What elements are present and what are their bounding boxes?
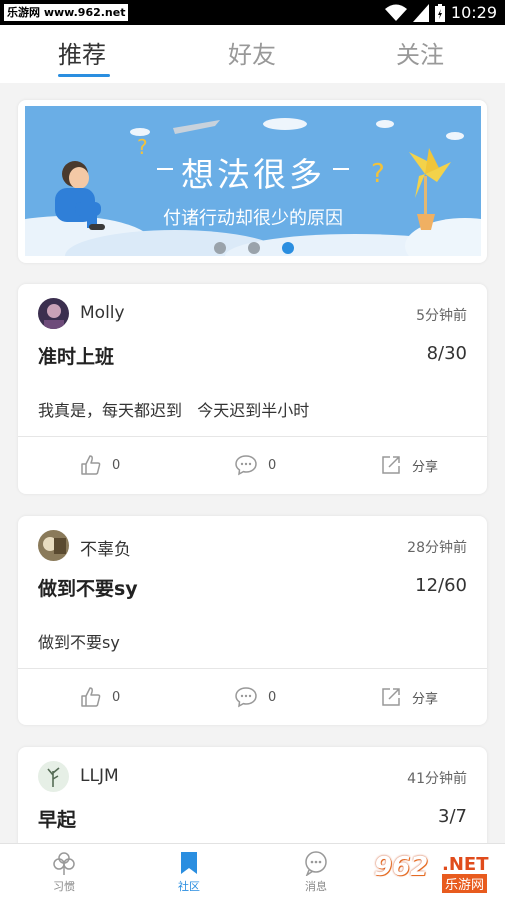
avatar[interactable]	[38, 761, 69, 792]
carousel-dot-active[interactable]	[282, 242, 294, 254]
post-card[interactable]: LLJM 41分钟前 早起 3/7	[18, 747, 487, 843]
battery-icon	[434, 3, 445, 22]
post-username[interactable]: LLJM	[80, 766, 119, 786]
like-count: 0	[112, 457, 121, 473]
carousel-dot[interactable]	[214, 242, 226, 254]
avatar[interactable]	[38, 298, 69, 329]
signal-icon	[412, 3, 429, 22]
watermark-label: 乐游网 www.962.net	[4, 4, 129, 21]
chat-icon	[286, 850, 346, 876]
like-button[interactable]: 0	[80, 684, 120, 710]
comment-count: 0	[268, 457, 277, 473]
watermark-cn: 乐游网	[442, 874, 488, 893]
divider	[18, 668, 487, 669]
carousel-dots	[214, 242, 294, 254]
comment-count: 0	[268, 689, 277, 705]
bookmark-icon	[159, 850, 219, 876]
post-progress: 12/60	[415, 575, 467, 596]
post-username[interactable]: 不辜负	[80, 535, 131, 560]
wifi-icon	[384, 4, 407, 22]
post-username[interactable]: Molly	[80, 303, 125, 323]
nav-habits[interactable]: 习惯	[34, 850, 94, 894]
post-title[interactable]: 做到不要sy	[38, 574, 138, 601]
tab-recommend[interactable]: 推荐	[58, 35, 106, 70]
post-time: 28分钟前	[407, 540, 467, 556]
watermark-net: .NET	[442, 854, 489, 875]
post-title[interactable]: 准时上班	[38, 342, 114, 369]
post-progress: 8/30	[426, 343, 467, 364]
comment-icon	[234, 454, 258, 476]
banner-card[interactable]: ? ? 想法很多 付诸行动却很少的原因	[18, 100, 487, 263]
post-card[interactable]: Molly 5分钟前 准时上班 8/30 我真是，每天都迟到 今天迟到半小时 0…	[18, 284, 487, 494]
share-icon	[380, 454, 402, 476]
top-tab-bar: 推荐 好友 关注	[0, 25, 505, 83]
share-icon	[380, 686, 402, 708]
post-body: 做到不要sy	[38, 633, 120, 652]
thumbs-up-icon	[80, 454, 102, 476]
clover-icon	[34, 850, 94, 876]
clock: 10:29	[450, 3, 497, 22]
carousel-dot[interactable]	[248, 242, 260, 254]
comment-icon	[234, 686, 258, 708]
nav-label: 消息	[305, 880, 327, 893]
tab-following[interactable]: 关注	[396, 35, 444, 70]
nav-messages[interactable]: 消息	[286, 850, 346, 894]
comment-button[interactable]: 0	[234, 684, 276, 710]
like-count: 0	[112, 689, 121, 705]
banner-subline: 付诸行动却很少的原因	[163, 208, 343, 229]
share-button[interactable]: 分享	[380, 452, 438, 478]
post-time: 5分钟前	[416, 308, 467, 324]
nav-label: 社区	[178, 880, 200, 893]
divider	[18, 436, 487, 437]
banner-headline: 想法很多	[181, 155, 325, 194]
post-body: 我真是，每天都迟到 今天迟到半小时	[38, 401, 310, 420]
share-label: 分享	[412, 691, 439, 707]
avatar[interactable]	[38, 530, 69, 561]
banner-image[interactable]: ? ? 想法很多 付诸行动却很少的原因	[25, 106, 481, 256]
thumbs-up-icon	[80, 686, 102, 708]
tab-indicator	[58, 74, 110, 77]
nav-label: 习惯	[53, 880, 75, 893]
share-button[interactable]: 分享	[380, 684, 438, 710]
post-progress: 3/7	[438, 806, 467, 827]
brand-watermark: 962 .NET 乐游网	[368, 850, 500, 896]
post-time: 41分钟前	[407, 771, 467, 787]
tab-friends[interactable]: 好友	[228, 35, 276, 70]
like-button[interactable]: 0	[80, 452, 120, 478]
comment-button[interactable]: 0	[234, 452, 276, 478]
feed[interactable]: ? ? 想法很多 付诸行动却很少的原因 Molly 5分钟前 准时上班 8/30…	[0, 83, 505, 843]
status-bar: 乐游网 www.962.net 10:29	[0, 0, 505, 25]
post-title[interactable]: 早起	[38, 805, 76, 832]
watermark-number: 962	[374, 852, 429, 882]
post-card[interactable]: 不辜负 28分钟前 做到不要sy 12/60 做到不要sy 0 0 分享	[18, 516, 487, 725]
nav-community[interactable]: 社区	[159, 850, 219, 894]
share-label: 分享	[412, 459, 439, 475]
